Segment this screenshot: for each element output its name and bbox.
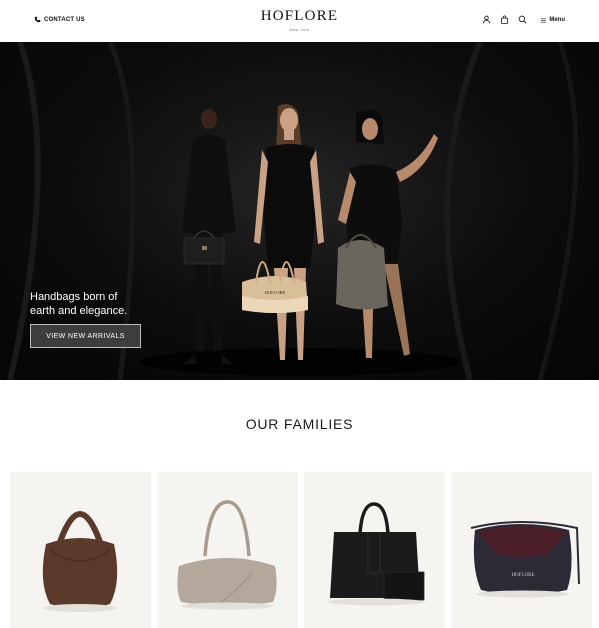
families-grid: HOFLORE bbox=[10, 472, 593, 628]
menu-label: Menu bbox=[549, 17, 565, 23]
site-header: CONTACT US HOFLORE New York Menu bbox=[0, 0, 599, 42]
hero-headline-line2: earth and elegance. bbox=[30, 305, 128, 317]
menu-icon bbox=[541, 18, 547, 22]
view-new-arrivals-button[interactable]: VIEW NEW ARRIVALS bbox=[30, 324, 141, 348]
header-icons bbox=[482, 15, 527, 24]
families-heading: OUR FAMILIES bbox=[245, 416, 354, 432]
hero-banner: HOFLORE Handbags born of earth and elega… bbox=[0, 42, 599, 380]
bag-icon[interactable] bbox=[500, 15, 509, 24]
family-card-4[interactable]: HOFLORE bbox=[451, 472, 592, 628]
hero-headline-line1: Handbags born of bbox=[30, 291, 118, 303]
search-icon[interactable] bbox=[518, 15, 527, 24]
family-card-2[interactable] bbox=[157, 472, 298, 628]
family-card-1[interactable] bbox=[10, 472, 151, 628]
taupe-shoulder-bag-icon bbox=[177, 500, 277, 610]
navy-burgundy-crossbody-bag-icon: HOFLORE bbox=[470, 521, 580, 598]
user-icon[interactable] bbox=[482, 15, 491, 24]
brand-city: New York bbox=[289, 27, 310, 32]
hero-headline: Handbags born of earth and elegance. bbox=[30, 290, 127, 318]
family-card-3[interactable] bbox=[304, 472, 445, 628]
menu-button[interactable]: Menu bbox=[541, 17, 565, 23]
black-tote-bag-icon bbox=[328, 502, 425, 606]
brown-hobo-bag-icon bbox=[42, 511, 118, 612]
hero-bag-mark: HOFLORE bbox=[265, 290, 286, 295]
card4-bag-mark: HOFLORE bbox=[511, 573, 534, 578]
